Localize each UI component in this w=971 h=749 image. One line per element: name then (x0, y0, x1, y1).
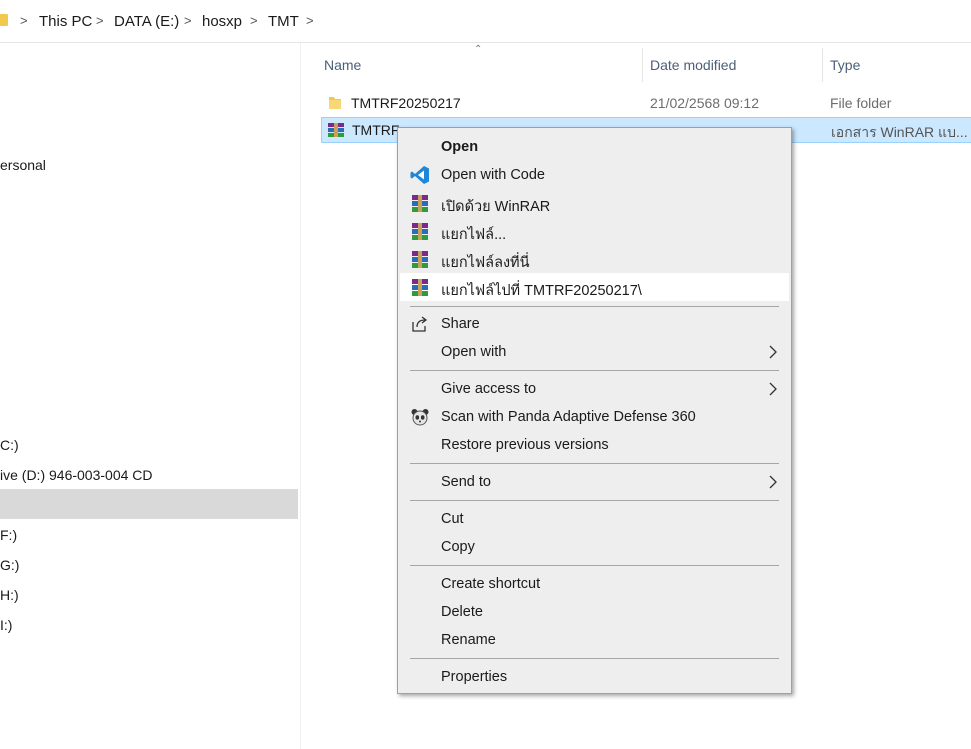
menu-separator (410, 565, 779, 566)
winrar-icon (328, 123, 344, 137)
menu-item-cut[interactable]: Cut (400, 505, 789, 533)
nav-item-drive-i[interactable]: I:) (0, 617, 12, 633)
menu-separator (410, 463, 779, 464)
file-name: TMTRF20250217 (351, 95, 461, 111)
column-header-type[interactable]: Type (830, 57, 860, 73)
chevron-right-icon[interactable]: > (20, 13, 28, 28)
menu-item-open-with-code[interactable]: Open with Code (400, 161, 789, 189)
menu-item-label: เปิดด้วย WinRAR (441, 199, 551, 215)
menu-item-extract-here[interactable]: แยกไฟล์ลงที่นี่ (400, 245, 789, 273)
menu-separator (410, 658, 779, 659)
breadcrumb-this-pc[interactable]: This PC (39, 13, 92, 30)
menu-item-open[interactable]: Open (400, 133, 789, 161)
panda-icon (411, 409, 429, 426)
menu-item-label: Copy (441, 539, 475, 555)
menu-item-label: Restore previous versions (441, 437, 609, 453)
file-type: เอกสาร WinRAR แบ... (831, 124, 968, 140)
menu-item-extract-files[interactable]: แยกไฟล์... (400, 217, 789, 245)
file-row[interactable]: TMTRF20250217 21/02/2568 09:12 File fold… (321, 90, 971, 116)
file-type: File folder (830, 95, 892, 111)
menu-item-share[interactable]: Share (400, 310, 789, 338)
folder-icon (329, 97, 341, 109)
menu-item-extract-to-folder[interactable]: แยกไฟล์ไปที่ TMTRF20250217\ (400, 273, 789, 301)
nav-item-drive-c[interactable]: C:) (0, 437, 19, 453)
menu-item-label: Delete (441, 604, 483, 620)
navigation-pane[interactable] (0, 43, 301, 749)
menu-item-rename[interactable]: Rename (400, 626, 789, 654)
winrar-icon (412, 251, 428, 268)
menu-item-create-shortcut[interactable]: Create shortcut (400, 570, 789, 598)
menu-item-label: แยกไฟล์... (441, 227, 507, 243)
menu-item-label: Send to (441, 474, 491, 490)
file-name: TMTRF (352, 122, 400, 138)
chevron-right-icon (769, 382, 777, 396)
menu-item-properties[interactable]: Properties (400, 663, 789, 691)
nav-item-personal[interactable]: ersonal (0, 157, 46, 173)
menu-separator (410, 500, 779, 501)
menu-item-label: Create shortcut (441, 576, 541, 592)
column-header-name[interactable]: Name (324, 57, 361, 73)
winrar-icon (412, 223, 428, 240)
nav-item-drive-f[interactable]: F:) (0, 527, 17, 543)
menu-item-open-with-winrar[interactable]: เปิดด้วย WinRAR (400, 189, 789, 217)
nav-item-drive-g[interactable]: G:) (0, 557, 19, 573)
column-divider[interactable] (642, 48, 643, 82)
winrar-icon (412, 279, 428, 296)
menu-item-label: Scan with Panda Adaptive Defense 360 (441, 409, 696, 425)
menu-item-label: Open with Code (441, 167, 545, 183)
menu-separator (410, 306, 779, 307)
context-menu[interactable]: Open Open with Code เปิดด้วย WinRAR แยกไ… (397, 127, 792, 694)
file-date: 21/02/2568 09:12 (650, 95, 759, 111)
menu-item-label: แยกไฟล์ลงที่นี่ (441, 255, 530, 271)
menu-item-copy[interactable]: Copy (400, 533, 789, 561)
chevron-right-icon (769, 345, 777, 359)
menu-item-label: แยกไฟล์ไปที่ TMTRF20250217\ (441, 283, 642, 299)
chevron-right-icon[interactable]: > (184, 13, 192, 28)
menu-item-give-access-to[interactable]: Give access to (400, 375, 789, 403)
chevron-right-icon (769, 475, 777, 489)
menu-item-delete[interactable]: Delete (400, 598, 789, 626)
menu-item-label: Open (441, 139, 479, 155)
share-icon (412, 316, 428, 332)
menu-item-send-to[interactable]: Send to (400, 468, 789, 496)
menu-item-scan-panda[interactable]: Scan with Panda Adaptive Defense 360 (400, 403, 789, 431)
breadcrumb-tmt[interactable]: TMT (268, 13, 299, 30)
nav-item-drive-d[interactable]: ive (D:) 946-003-004 CD (0, 467, 153, 483)
address-bar[interactable]: > This PC > DATA (E:) > hosxp > TMT > (0, 0, 971, 43)
chevron-right-icon[interactable]: > (250, 13, 258, 28)
menu-item-label: Cut (441, 511, 464, 527)
winrar-icon (412, 195, 428, 212)
menu-item-label: Open with (441, 344, 507, 360)
chevron-right-icon[interactable]: > (96, 13, 104, 28)
breadcrumb-hosxp[interactable]: hosxp (202, 13, 242, 30)
menu-item-restore-previous-versions[interactable]: Restore previous versions (400, 431, 789, 459)
menu-separator (410, 370, 779, 371)
column-divider[interactable] (822, 48, 823, 82)
nav-item-drive-h[interactable]: H:) (0, 587, 19, 603)
sort-up-icon: ⌃ (474, 44, 483, 55)
menu-item-label: Give access to (441, 381, 537, 397)
vscode-icon (410, 166, 429, 184)
nav-selected-item[interactable] (0, 489, 298, 519)
menu-item-label: Rename (441, 632, 496, 648)
column-header-date[interactable]: Date modified (650, 57, 736, 73)
folder-icon (0, 14, 8, 26)
menu-item-label: Share (441, 316, 480, 332)
menu-item-open-with[interactable]: Open with (400, 338, 789, 366)
breadcrumb-data-e[interactable]: DATA (E:) (114, 13, 179, 30)
menu-item-label: Properties (441, 669, 508, 685)
chevron-right-icon[interactable]: > (306, 13, 314, 28)
